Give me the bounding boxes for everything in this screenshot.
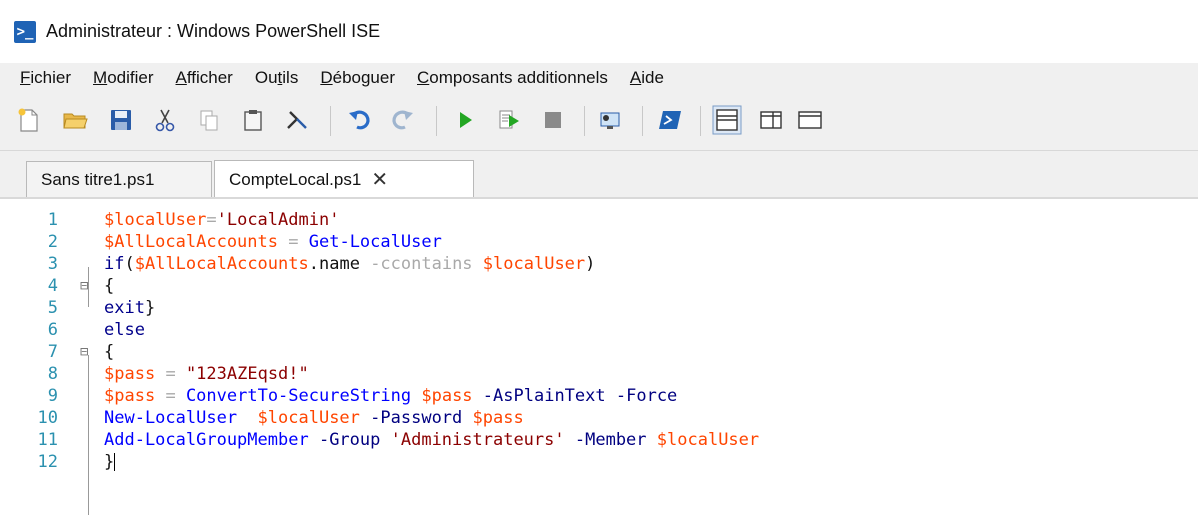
- toolbar-separator: [642, 106, 643, 136]
- script-tabs: Sans titre1.ps1 CompteLocal.ps1 ✕: [0, 151, 1198, 199]
- code-line[interactable]: 4 ⊟ {: [0, 275, 1198, 297]
- line-number: 10: [37, 408, 58, 428]
- code-line[interactable]: 6 else: [0, 319, 1198, 341]
- code-line[interactable]: 8 $pass = "123AZEqsd!": [0, 363, 1198, 385]
- code-line[interactable]: 3 if($AllLocalAccounts.name -ccontains $l…: [0, 253, 1198, 275]
- text-caret: [114, 453, 116, 471]
- paste-icon[interactable]: [240, 107, 266, 133]
- run-icon[interactable]: [452, 107, 478, 133]
- menu-item-aide[interactable]: Aide: [628, 63, 666, 93]
- code-line[interactable]: 9 $pass = ConvertTo-SecureString $pass -A…: [0, 385, 1198, 407]
- run-selection-icon[interactable]: [496, 107, 522, 133]
- code-line[interactable]: 5 exit}: [0, 297, 1198, 319]
- line-number: 9: [47, 386, 58, 406]
- layout-right-icon[interactable]: [758, 107, 784, 133]
- clear-console-icon[interactable]: [284, 107, 310, 133]
- code-text: {: [104, 276, 115, 296]
- code-line[interactable]: 7 ⊟ {: [0, 341, 1198, 363]
- powershell-console-icon[interactable]: [658, 107, 684, 133]
- line-number: 3: [47, 254, 58, 274]
- cut-icon[interactable]: [152, 107, 178, 133]
- code-line[interactable]: 1 $localUser='LocalAdmin': [0, 209, 1198, 231]
- toolbar-separator: [436, 106, 437, 136]
- save-icon[interactable]: [108, 107, 134, 133]
- window-title: Administrateur : Windows PowerShell ISE: [46, 21, 381, 41]
- close-icon[interactable]: ✕: [371, 170, 388, 190]
- menu-item-composants-additionnels[interactable]: Composants additionnels: [415, 63, 610, 93]
- line-number: 2: [47, 232, 58, 252]
- layout-max-icon[interactable]: [796, 107, 822, 133]
- code-text: $pass = "123AZEqsd!": [104, 364, 309, 384]
- tab-comptelocal[interactable]: CompteLocal.ps1 ✕: [214, 160, 474, 199]
- script-editor[interactable]: 1 $localUser='LocalAdmin' 2 $AllLocalAccoun…: [0, 199, 1198, 527]
- code-text: exit}: [104, 298, 156, 318]
- remote-powershell-icon[interactable]: [598, 107, 624, 133]
- fold-toggle-icon[interactable]: ⊟: [80, 341, 88, 363]
- fold-toggle-icon[interactable]: ⊟: [80, 275, 88, 297]
- powershell-ise-icon: >_: [14, 21, 36, 43]
- code-text: $AllLocalAccounts = Get-LocalUser: [104, 232, 442, 252]
- line-number: 1: [47, 210, 58, 230]
- code-text: $pass = ConvertTo-SecureString $pass -As…: [104, 386, 678, 406]
- title-bar: >_ Administrateur : Windows PowerShell I…: [0, 0, 1198, 62]
- line-number: 4: [47, 276, 58, 296]
- menu-item-déboguer[interactable]: Déboguer: [318, 63, 397, 93]
- code-text: {: [104, 342, 115, 362]
- line-number: 6: [47, 320, 58, 340]
- toolbar: [0, 93, 1198, 151]
- code-text: else: [104, 320, 145, 340]
- code-line[interactable]: 10 New-LocalUser $localUser -Password $pa…: [0, 407, 1198, 429]
- layout-top-icon[interactable]: [712, 105, 742, 135]
- menu-item-modifier[interactable]: Modifier: [91, 63, 155, 93]
- tab-label: CompteLocal.ps1: [229, 170, 362, 189]
- toolbar-separator: [330, 106, 331, 136]
- code-text: if($AllLocalAccounts.name -ccontains $lo…: [104, 254, 596, 274]
- menu-item-outils[interactable]: Outils: [253, 63, 300, 93]
- toolbar-separator: [700, 106, 701, 136]
- redo-icon[interactable]: [390, 107, 416, 133]
- toolbar-separator: [584, 106, 585, 136]
- open-folder-icon[interactable]: [62, 107, 88, 133]
- code-line[interactable]: 2 $AllLocalAccounts = Get-LocalUser: [0, 231, 1198, 253]
- menu-item-afficher[interactable]: Afficher: [174, 63, 235, 93]
- menu-item-fichier[interactable]: Fichier: [18, 63, 73, 93]
- code-line[interactable]: 11 Add-LocalGroupMember -Group 'Administr…: [0, 429, 1198, 451]
- code-line[interactable]: 12}: [0, 451, 1198, 473]
- undo-icon[interactable]: [346, 107, 372, 133]
- line-number: 12: [37, 452, 58, 472]
- copy-icon[interactable]: [196, 107, 222, 133]
- stop-icon[interactable]: [540, 107, 566, 133]
- code-text: }: [104, 452, 116, 472]
- line-number: 7: [47, 342, 58, 362]
- line-number: 5: [47, 298, 58, 318]
- tab-sans-titre1[interactable]: Sans titre1.ps1: [26, 161, 212, 198]
- tab-label: Sans titre1.ps1: [41, 170, 155, 189]
- menu-bar: Fichier Modifier Afficher Outils Déboguer Com…: [0, 63, 1198, 93]
- line-number: 11: [37, 430, 58, 450]
- line-number: 8: [47, 364, 58, 384]
- code-text: $localUser='LocalAdmin': [104, 210, 340, 230]
- code-text: Add-LocalGroupMember -Group 'Administrat…: [104, 430, 760, 450]
- new-file-icon[interactable]: [16, 107, 42, 133]
- code-text: New-LocalUser $localUser -Password $pass: [104, 408, 524, 428]
